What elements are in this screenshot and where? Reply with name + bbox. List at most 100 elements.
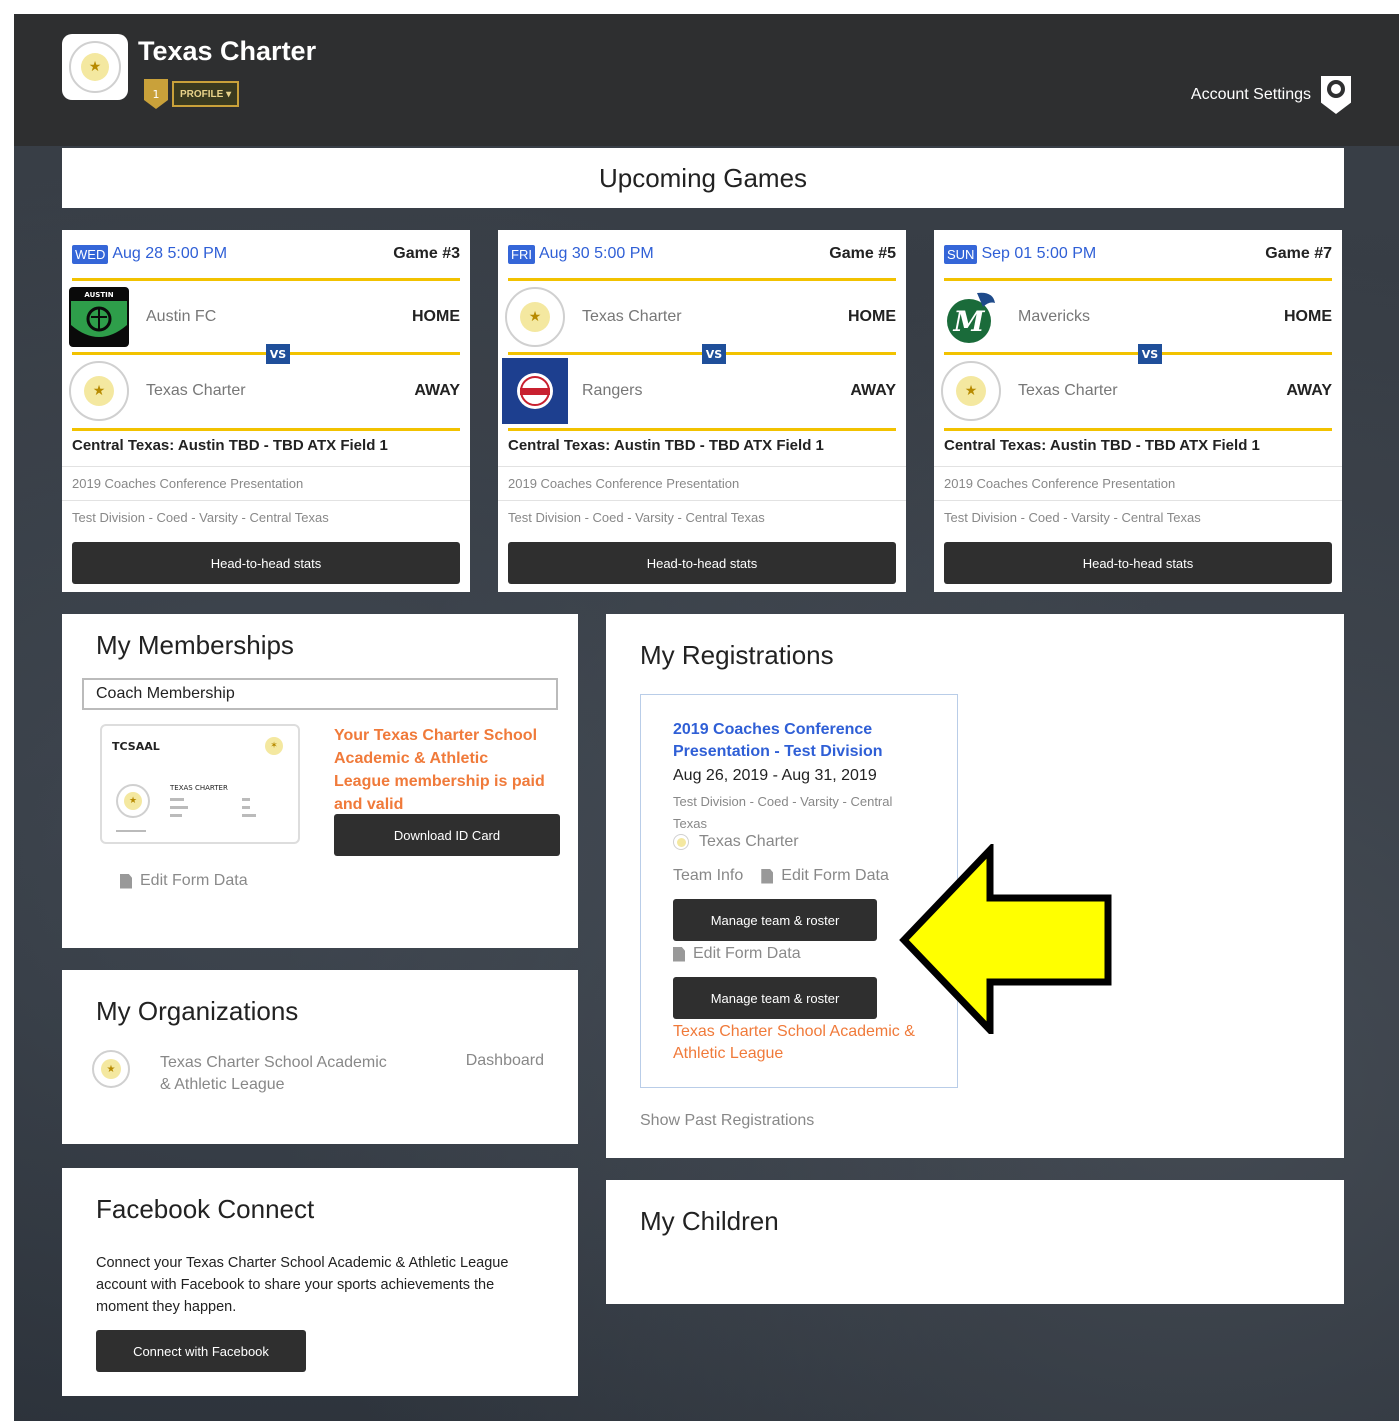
memberships-panel: My Memberships Coach Membership TCSAAL ✶…	[62, 614, 578, 948]
home-team-row: M Mavericks HOME	[938, 284, 1332, 350]
game-location: Central Texas: Austin TBD - TBD ATX Fiel…	[508, 437, 824, 454]
away-team-name[interactable]: Rangers	[582, 382, 850, 400]
registration-team: Texas Charter	[673, 833, 799, 851]
head-to-head-stats-button[interactable]: Head-to-head stats	[944, 542, 1332, 584]
badge-icon: ✶	[262, 734, 286, 758]
membership-select[interactable]: Coach Membership	[82, 678, 558, 710]
divider	[72, 278, 460, 281]
home-label: HOME	[1284, 308, 1332, 325]
edit-form-data-link[interactable]: Edit Form Data	[761, 867, 889, 885]
divider	[498, 466, 906, 467]
team-info-link[interactable]: Team Info	[673, 867, 743, 885]
austin-fc-logo-icon: AUSTIN	[66, 284, 132, 350]
edit-form-data-label: Edit Form Data	[693, 945, 801, 962]
profile-menu[interactable]: 1 PROFILE ▾	[144, 79, 244, 109]
account-settings-label: Account Settings	[1190, 86, 1311, 103]
show-past-registrations-link[interactable]: Show Past Registrations	[640, 1112, 814, 1130]
document-icon	[673, 946, 685, 962]
membership-status: Your Texas Charter School Academic & Ath…	[334, 727, 545, 813]
facebook-connect-panel: Facebook Connect Connect your Texas Char…	[62, 1168, 578, 1396]
event-name: 2019 Coaches Conference Presentation	[944, 476, 1176, 491]
top-bar: ★ Texas Charter 1 PROFILE ▾ Account Sett…	[14, 14, 1399, 146]
divider	[934, 466, 1342, 467]
id-card-name: TEXAS CHARTER	[170, 784, 228, 792]
head-to-head-stats-button[interactable]: Head-to-head stats	[508, 542, 896, 584]
dashboard-link[interactable]: Dashboard	[466, 1052, 544, 1070]
edit-form-data-label: Edit Form Data	[140, 872, 248, 889]
game-datetime: Aug 28 5:00 PM	[112, 245, 228, 262]
organizations-panel: My Organizations ★ Texas Charter School …	[62, 970, 578, 1144]
day-badge: WED	[72, 244, 109, 264]
edit-form-data-link[interactable]: Edit Form Data	[673, 945, 801, 963]
organization-name[interactable]: Texas Charter School Academic & Athletic…	[160, 1052, 400, 1096]
away-label: AWAY	[414, 382, 460, 399]
away-label: AWAY	[850, 382, 896, 399]
memberships-title: My Memberships	[96, 630, 294, 660]
divider	[944, 428, 1332, 431]
game-card: FRI Aug 30 5:00 PM Game #5 ★ Texas Chart…	[498, 230, 906, 592]
head-to-head-stats-button[interactable]: Head-to-head stats	[72, 542, 460, 584]
texas-charter-logo-icon: ★	[69, 361, 129, 421]
divider	[508, 278, 896, 281]
mavericks-logo-icon: M	[938, 284, 1004, 350]
organizations-title: My Organizations	[96, 996, 299, 1026]
svg-text:AUSTIN: AUSTIN	[84, 291, 113, 299]
home-team-name[interactable]: Mavericks	[1018, 308, 1284, 326]
children-title: My Children	[640, 1206, 779, 1236]
away-team-name[interactable]: Texas Charter	[146, 382, 414, 400]
manage-team-roster-button[interactable]: Manage team & roster	[673, 899, 877, 941]
profile-dropdown-button[interactable]: PROFILE ▾	[172, 81, 240, 107]
edit-form-data-link[interactable]: Edit Form Data	[120, 872, 248, 890]
badge-icon: 1	[144, 79, 168, 109]
registration-event-link[interactable]: 2019 Coaches Conference Presentation - T…	[673, 719, 933, 763]
away-team-row: ★ Texas Charter AWAY	[66, 358, 460, 424]
game-location: Central Texas: Austin TBD - TBD ATX Fiel…	[72, 437, 388, 454]
game-date: WED Aug 28 5:00 PM	[72, 244, 228, 264]
day-badge: SUN	[944, 244, 978, 264]
game-card: SUN Sep 01 5:00 PM Game #7 M Mavericks H…	[934, 230, 1342, 592]
away-team-row: ★ Texas Charter AWAY	[938, 358, 1332, 424]
edit-form-data-label: Edit Form Data	[781, 867, 889, 884]
rangers-logo-icon	[502, 358, 568, 424]
divider	[62, 500, 470, 501]
children-panel: My Children	[606, 1180, 1344, 1304]
manage-team-roster-button[interactable]: Manage team & roster	[673, 977, 877, 1019]
texas-charter-logo-icon: ★	[505, 287, 565, 347]
home-label: HOME	[412, 308, 460, 325]
division-name: Test Division - Coed - Varsity - Central…	[508, 510, 765, 525]
away-label: AWAY	[1286, 382, 1332, 399]
document-icon	[120, 873, 132, 889]
account-settings-link[interactable]: Account Settings	[1191, 76, 1351, 114]
registration-dates: Aug 26, 2019 - Aug 31, 2019	[673, 767, 877, 784]
download-id-card-button[interactable]: Download ID Card	[334, 814, 560, 856]
organization-row: ★ Texas Charter School Academic & Athlet…	[92, 1050, 548, 1100]
divider	[62, 466, 470, 467]
document-icon	[761, 868, 774, 884]
org-logo[interactable]: ★	[62, 34, 128, 100]
game-date: FRI Aug 30 5:00 PM	[508, 244, 654, 264]
away-team-name[interactable]: Texas Charter	[1018, 382, 1286, 400]
game-number: Game #3	[393, 245, 460, 262]
app-frame: ★ Texas Charter 1 PROFILE ▾ Account Sett…	[14, 14, 1399, 1421]
event-name: 2019 Coaches Conference Presentation	[508, 476, 740, 491]
division-name: Test Division - Coed - Varsity - Central…	[72, 510, 329, 525]
facebook-connect-title: Facebook Connect	[96, 1194, 315, 1224]
game-datetime: Aug 30 5:00 PM	[538, 245, 654, 262]
home-label: HOME	[848, 308, 896, 325]
registration-team-name: Texas Charter	[699, 833, 799, 850]
connect-with-facebook-button[interactable]: Connect with Facebook	[96, 1330, 306, 1372]
home-team-name[interactable]: Texas Charter	[582, 308, 848, 326]
divider	[498, 500, 906, 501]
divider	[72, 428, 460, 431]
day-badge: FRI	[508, 244, 535, 264]
id-card-preview[interactable]: TCSAAL ✶ ★ TEXAS CHARTER	[100, 724, 300, 844]
registrations-title: My Registrations	[640, 640, 834, 670]
home-team-name[interactable]: Austin FC	[146, 308, 412, 326]
org-title: Texas Charter	[138, 36, 317, 66]
user-avatar-icon[interactable]	[1321, 76, 1351, 114]
texas-charter-logo-icon: ★	[92, 1050, 130, 1088]
id-card-org: TCSAAL	[112, 740, 160, 753]
away-team-row: Rangers AWAY	[502, 358, 896, 424]
annotation-arrow-icon	[899, 844, 1112, 1034]
registration-league-link[interactable]: Texas Charter School Academic & Athletic…	[673, 1021, 923, 1065]
